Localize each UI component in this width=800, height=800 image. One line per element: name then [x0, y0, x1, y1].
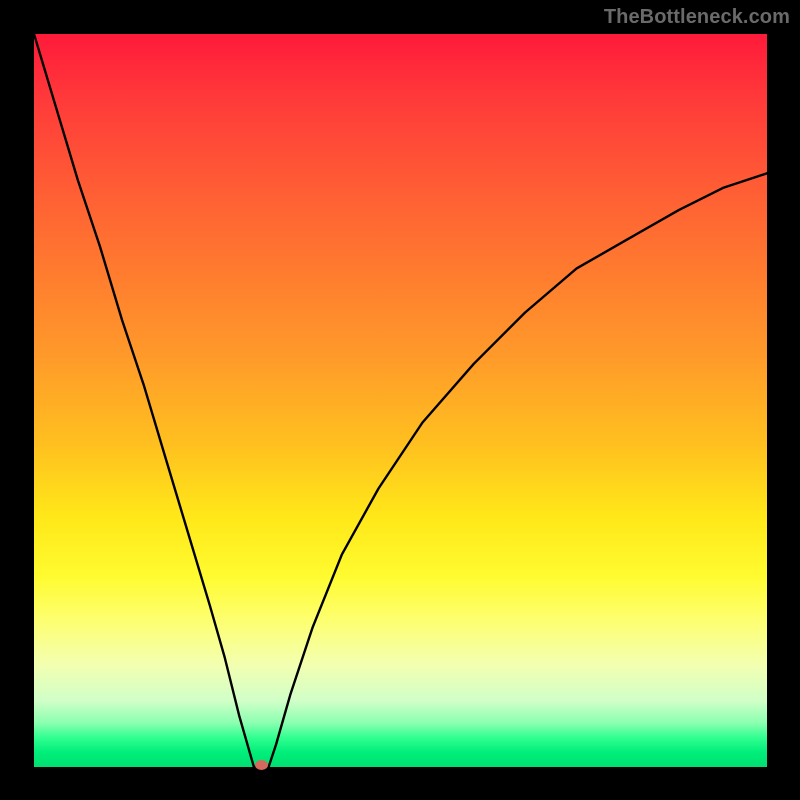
- bottleneck-curve: [34, 34, 767, 767]
- plot-area: [34, 34, 767, 767]
- minimum-marker: [255, 760, 268, 770]
- chart-frame: TheBottleneck.com: [0, 0, 800, 800]
- watermark-text: TheBottleneck.com: [604, 6, 790, 29]
